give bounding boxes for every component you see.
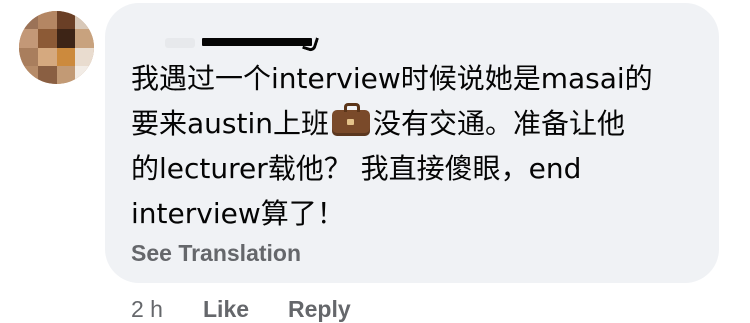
like-button[interactable]: Like — [203, 296, 249, 323]
comment-line: interview算了！ — [131, 197, 345, 230]
see-translation-link[interactable]: See Translation — [131, 240, 301, 267]
comment-actions: 2 h Like Reply — [131, 296, 351, 323]
redacted-author-name[interactable] — [202, 38, 312, 46]
reply-button[interactable]: Reply — [288, 296, 351, 323]
timestamp[interactable]: 2 h — [131, 296, 163, 322]
comment-text: 我遇过一个interview时候说她是masai的 要来austin上班 没有交通… — [131, 56, 706, 236]
comment-line: 我遇过一个interview时候说她是masai的 — [131, 62, 653, 95]
redacted-name-blur — [165, 38, 195, 48]
avatar[interactable] — [19, 11, 94, 84]
comment-line-segment: 要来austin上班 — [131, 107, 329, 140]
comment-line: 的lecturer载他？ 我直接傻眼，end — [131, 152, 582, 185]
comment-line: 要来austin上班 没有交通。准备让他 — [131, 101, 706, 146]
briefcase-icon — [332, 103, 370, 136]
comment-line-segment: 没有交通。准备让他 — [373, 107, 626, 140]
